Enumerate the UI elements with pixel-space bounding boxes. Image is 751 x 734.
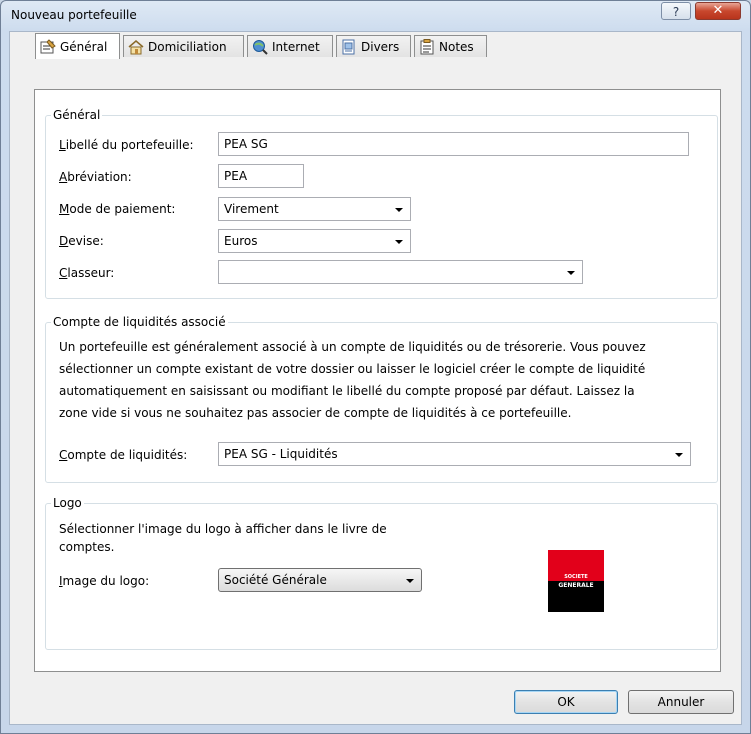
tab-domiciliation[interactable]: Domiciliation	[123, 35, 244, 57]
chevron-down-icon	[406, 579, 414, 583]
chevron-down-icon	[675, 453, 683, 457]
tab-label: Notes	[439, 39, 474, 54]
classeur-select[interactable]	[218, 260, 583, 284]
tab-general[interactable]: Général	[35, 33, 120, 59]
abreviation-input[interactable]: PEA	[218, 164, 304, 188]
help-button[interactable]: ?	[661, 2, 691, 20]
compte-liquidites-label: Compte de liquidités:	[59, 448, 188, 462]
chevron-down-icon	[567, 271, 575, 275]
chevron-down-icon	[395, 208, 403, 212]
tab-internet[interactable]: Internet	[247, 35, 333, 57]
libelle-label: Libellé du portefeuille:	[59, 138, 194, 152]
libelle-input[interactable]: PEA SG	[218, 132, 689, 156]
societe-generale-logo: SOCIETE GENERALE	[548, 550, 604, 612]
liquidites-group-title: Compte de liquidités associé	[51, 315, 228, 329]
tab-panel-general: Général Libellé du portefeuille: PEA SG …	[34, 89, 721, 672]
liquidites-description: Un portefeuille est généralement associé…	[59, 340, 646, 420]
dialog-window: Nouveau portefeuille ? ✕ Général Domicil…	[0, 0, 751, 734]
compte-liquidites-value: PEA SG - Liquidités	[224, 447, 338, 461]
logo-image-select[interactable]: Société Générale	[218, 568, 422, 592]
house-icon	[128, 39, 144, 55]
mode-paiement-select[interactable]: Virement	[218, 197, 411, 221]
devise-select[interactable]: Euros	[218, 229, 411, 253]
abreviation-label: Abréviation:	[59, 170, 132, 184]
cancel-button[interactable]: Annuler	[628, 690, 734, 714]
devise-value: Euros	[224, 234, 258, 248]
devise-label: Devise:	[59, 234, 104, 248]
classeur-label: Classeur:	[59, 266, 115, 280]
logo-image-label: Image du logo:	[59, 574, 150, 588]
tab-label: Domiciliation	[148, 39, 227, 54]
notes-icon	[419, 38, 435, 55]
chevron-down-icon	[395, 240, 403, 244]
mode-paiement-value: Virement	[224, 202, 279, 216]
tab-label: Divers	[361, 39, 400, 54]
tab-divers[interactable]: Divers	[336, 35, 411, 57]
ok-button[interactable]: OK	[514, 690, 618, 714]
logo-text-bottom: GENERALE	[558, 582, 594, 589]
tab-label: Général	[60, 39, 108, 54]
divers-icon	[341, 39, 357, 55]
general-icon	[40, 38, 56, 55]
logo-group-title: Logo	[51, 496, 84, 510]
title-bar[interactable]: Nouveau portefeuille ? ✕	[1, 1, 750, 31]
tab-label: Internet	[272, 39, 320, 54]
logo-description: Sélectionner l'image du logo à afficher …	[59, 522, 387, 554]
internet-icon	[252, 39, 268, 55]
logo-text-top: SOCIETE	[564, 574, 588, 580]
mode-paiement-label: Mode de paiement:	[59, 202, 176, 216]
logo-image-value: Société Générale	[224, 573, 327, 587]
compte-liquidites-select[interactable]: PEA SG - Liquidités	[218, 442, 691, 466]
close-button[interactable]: ✕	[695, 2, 741, 20]
general-group-title: Général	[51, 108, 103, 122]
window-title: Nouveau portefeuille	[11, 8, 137, 22]
tab-notes[interactable]: Notes	[414, 35, 487, 57]
